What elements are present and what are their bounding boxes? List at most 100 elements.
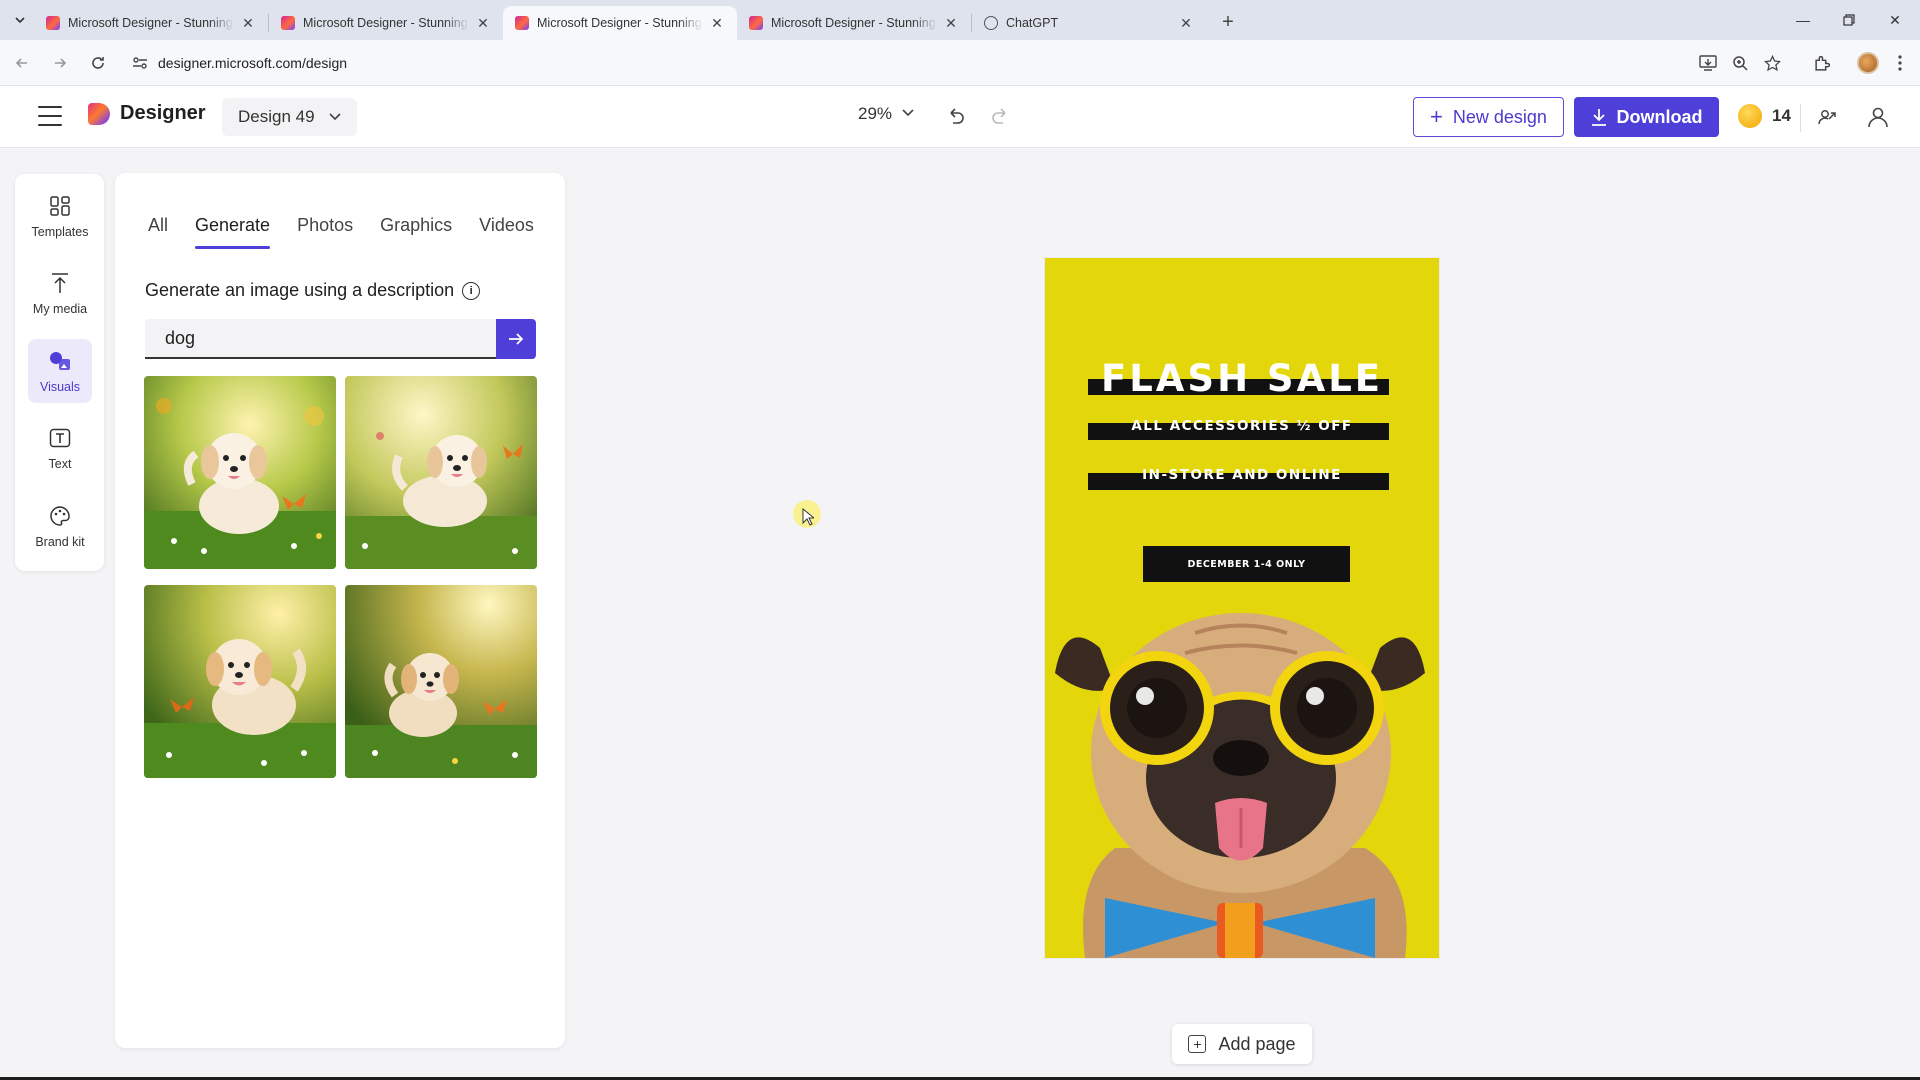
chatgpt-favicon-icon [984,16,998,30]
reload-icon[interactable] [82,47,114,79]
rail-item-visuals[interactable]: Visuals [28,339,92,403]
rail-label: Visuals [39,380,81,394]
design-name-dropdown[interactable]: Design 49 [222,98,357,136]
rail-item-templates[interactable]: Templates [28,184,92,248]
artboard-line-1[interactable]: ALL ACCESSORIES ½ OFF [1045,418,1439,434]
visuals-icon [48,348,72,374]
left-rail: Templates My media Visuals Text Brand ki… [15,174,104,571]
minimize-window-icon[interactable]: — [1780,0,1826,40]
close-tab-icon[interactable]: ✕ [240,15,256,31]
tab-all[interactable]: All [148,215,168,249]
url-text: designer.microsoft.com/design [158,54,348,71]
artboard-title[interactable]: FLASH SALE [1045,357,1439,400]
profile-avatar[interactable] [1852,47,1884,79]
designer-favicon-icon [749,16,763,30]
upload-icon [50,270,70,296]
close-window-icon[interactable]: ✕ [1872,0,1918,40]
tab-generate[interactable]: Generate [195,215,271,249]
chevron-down-icon [328,110,341,124]
site-info-icon[interactable] [130,53,150,73]
undo-icon[interactable] [942,102,970,130]
redo-icon[interactable] [986,102,1014,130]
tab-title: Microsoft Designer - Stunning designs in… [303,16,469,30]
browser-menu-icon[interactable] [1884,47,1916,79]
restore-window-icon[interactable] [1826,0,1872,40]
brand-name: Designer [120,102,206,124]
account-icon[interactable] [1862,101,1894,133]
add-page-icon: + [1188,1035,1207,1053]
tab-title: Microsoft Designer - Stunning designs in… [68,16,234,30]
close-tab-icon[interactable]: ✕ [943,15,959,31]
new-design-label: New design [1452,106,1547,127]
new-design-button[interactable]: + New design [1413,97,1564,137]
zoom-dropdown[interactable]: 29% [858,104,914,124]
rail-label: Text [48,457,72,471]
generated-results [144,376,537,778]
artboard-date-badge[interactable]: DECEMBER 1-4 ONLY [1143,546,1350,582]
chevron-down-icon [15,17,25,24]
designer-favicon-icon [46,16,60,30]
browser-tab-3-active[interactable]: Microsoft Designer - Stunning designs in… [503,6,737,40]
rail-label: Brand kit [35,535,85,549]
new-tab-button[interactable]: + [1214,8,1242,36]
templates-icon [49,193,71,219]
rail-label: Templates [31,225,89,239]
url-field[interactable]: designer.microsoft.com/design [120,45,1660,80]
generated-image-2[interactable] [345,376,537,569]
download-icon [1591,109,1606,126]
share-icon[interactable] [1813,103,1841,131]
arrow-right-icon [509,333,524,345]
zoom-level: 29% [858,104,893,123]
add-page-button[interactable]: + Add page [1172,1024,1312,1064]
tab-list-button[interactable] [6,6,34,34]
tab-graphics[interactable]: Graphics [380,215,452,249]
panel-tabs: All Generate Photos Graphics Videos [148,215,561,249]
browser-address-bar: designer.microsoft.com/design [0,40,1920,86]
generate-button[interactable] [496,319,536,359]
bookmark-star-icon[interactable] [1756,47,1788,79]
palette-icon [49,503,71,529]
mouse-cursor [793,500,821,528]
hamburger-menu-icon[interactable] [38,106,62,126]
back-icon[interactable] [6,47,38,79]
design-name: Design 49 [238,107,315,126]
extensions-icon[interactable] [1806,47,1838,79]
close-tab-icon[interactable]: ✕ [709,15,725,31]
rail-item-text[interactable]: Text [28,416,92,480]
generated-image-3[interactable] [144,585,336,778]
chevron-down-icon [902,108,914,120]
designer-favicon-icon [281,16,295,30]
tab-photos[interactable]: Photos [297,215,353,249]
prompt-input[interactable] [145,319,496,359]
boost-credits[interactable]: 14 [1738,104,1791,128]
download-button[interactable]: Download [1574,97,1719,137]
app-header: Designer Design 49 29% + New design Down… [0,86,1920,148]
credits-count: 14 [1772,106,1791,125]
rail-item-my-media[interactable]: My media [28,261,92,325]
generate-heading: Generate an image using a description i [145,280,481,301]
tab-videos[interactable]: Videos [479,215,534,249]
tab-title: Microsoft Designer - Stunning designs in… [537,16,703,30]
generated-image-4[interactable] [345,585,537,778]
design-artboard[interactable]: FLASH SALE ALL ACCESSORIES ½ OFF IN-STOR… [1045,258,1439,958]
brand[interactable]: Designer [88,102,206,125]
install-app-icon[interactable] [1692,47,1724,79]
forward-icon[interactable] [44,47,76,79]
browser-tab-1[interactable]: Microsoft Designer - Stunning designs in… [34,6,268,40]
artboard-line-2[interactable]: IN-STORE AND ONLINE [1045,467,1439,483]
browser-tab-4[interactable]: Microsoft Designer - Stunning designs in… [737,6,971,40]
zoom-icon[interactable] [1724,47,1756,79]
visuals-panel: All Generate Photos Graphics Videos Gene… [115,173,565,1048]
generated-image-1[interactable] [144,376,336,569]
info-icon[interactable]: i [462,281,481,300]
rail-item-brand-kit[interactable]: Brand kit [28,494,92,558]
browser-tab-2[interactable]: Microsoft Designer - Stunning designs in… [269,6,503,40]
close-tab-icon[interactable]: ✕ [1178,15,1194,31]
generate-label: Generate an image using a description [145,280,455,300]
browser-tab-5[interactable]: ChatGPT ✕ [972,6,1206,40]
cursor-arrow-icon [802,508,814,526]
prompt-row [145,319,536,359]
text-icon [49,425,71,451]
pug-with-glasses-image[interactable] [1045,578,1439,958]
close-tab-icon[interactable]: ✕ [475,15,491,31]
